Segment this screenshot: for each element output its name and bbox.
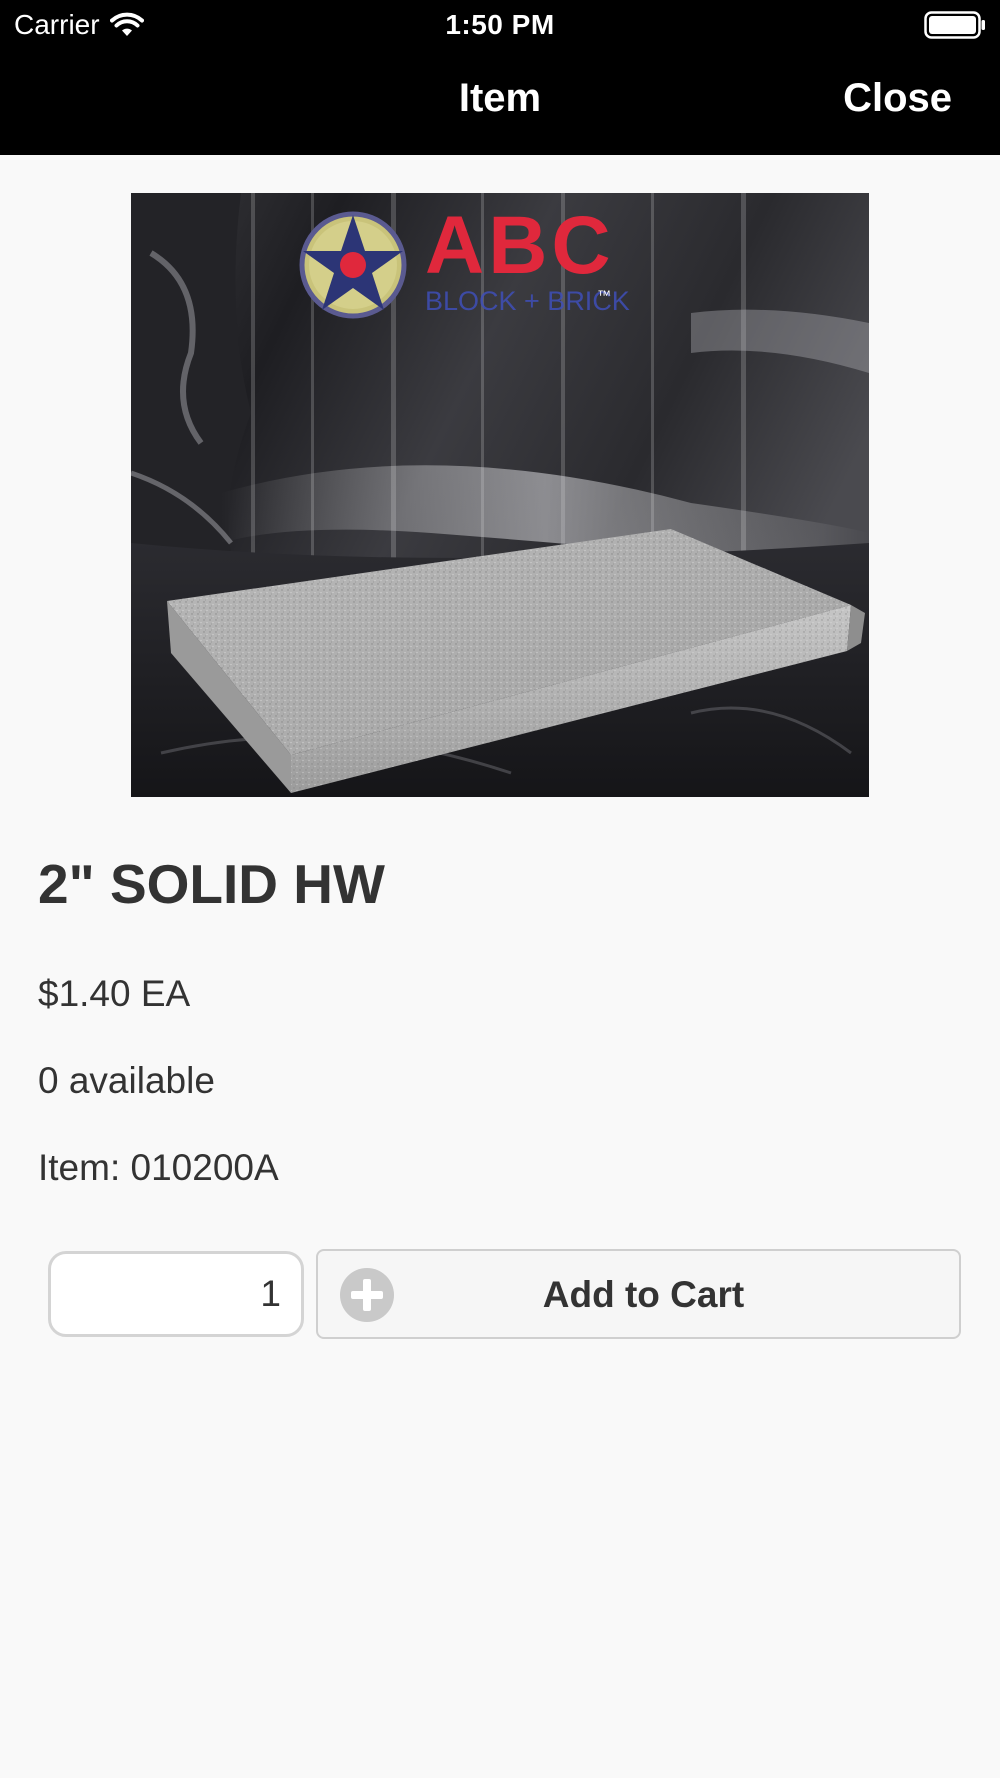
product-image: ABC BLOCK + BRICK ™: [131, 193, 869, 797]
quantity-input[interactable]: [48, 1251, 304, 1337]
close-button[interactable]: Close: [843, 76, 952, 121]
svg-text:™: ™: [597, 287, 611, 303]
battery-icon: [924, 11, 985, 39]
add-to-cart-button[interactable]: Add to Cart: [316, 1249, 961, 1339]
svg-text:ABC: ABC: [425, 200, 615, 291]
nav-bar: Item Close: [0, 50, 1000, 155]
item-availability: 0 available: [38, 1060, 215, 1101]
status-bar: Carrier 1:50 PM: [0, 0, 1000, 50]
product-photo: ABC BLOCK + BRICK ™: [131, 193, 869, 797]
item-number: Item: 010200A: [38, 1147, 279, 1188]
item-title: 2" SOLID HW: [38, 853, 385, 915]
abc-logo: ABC BLOCK + BRICK ™: [299, 200, 630, 319]
item-price: $1.40 EA: [38, 973, 191, 1014]
add-to-cart-label: Add to Cart: [542, 1274, 745, 1315]
status-time: 1:50 PM: [445, 9, 555, 40]
